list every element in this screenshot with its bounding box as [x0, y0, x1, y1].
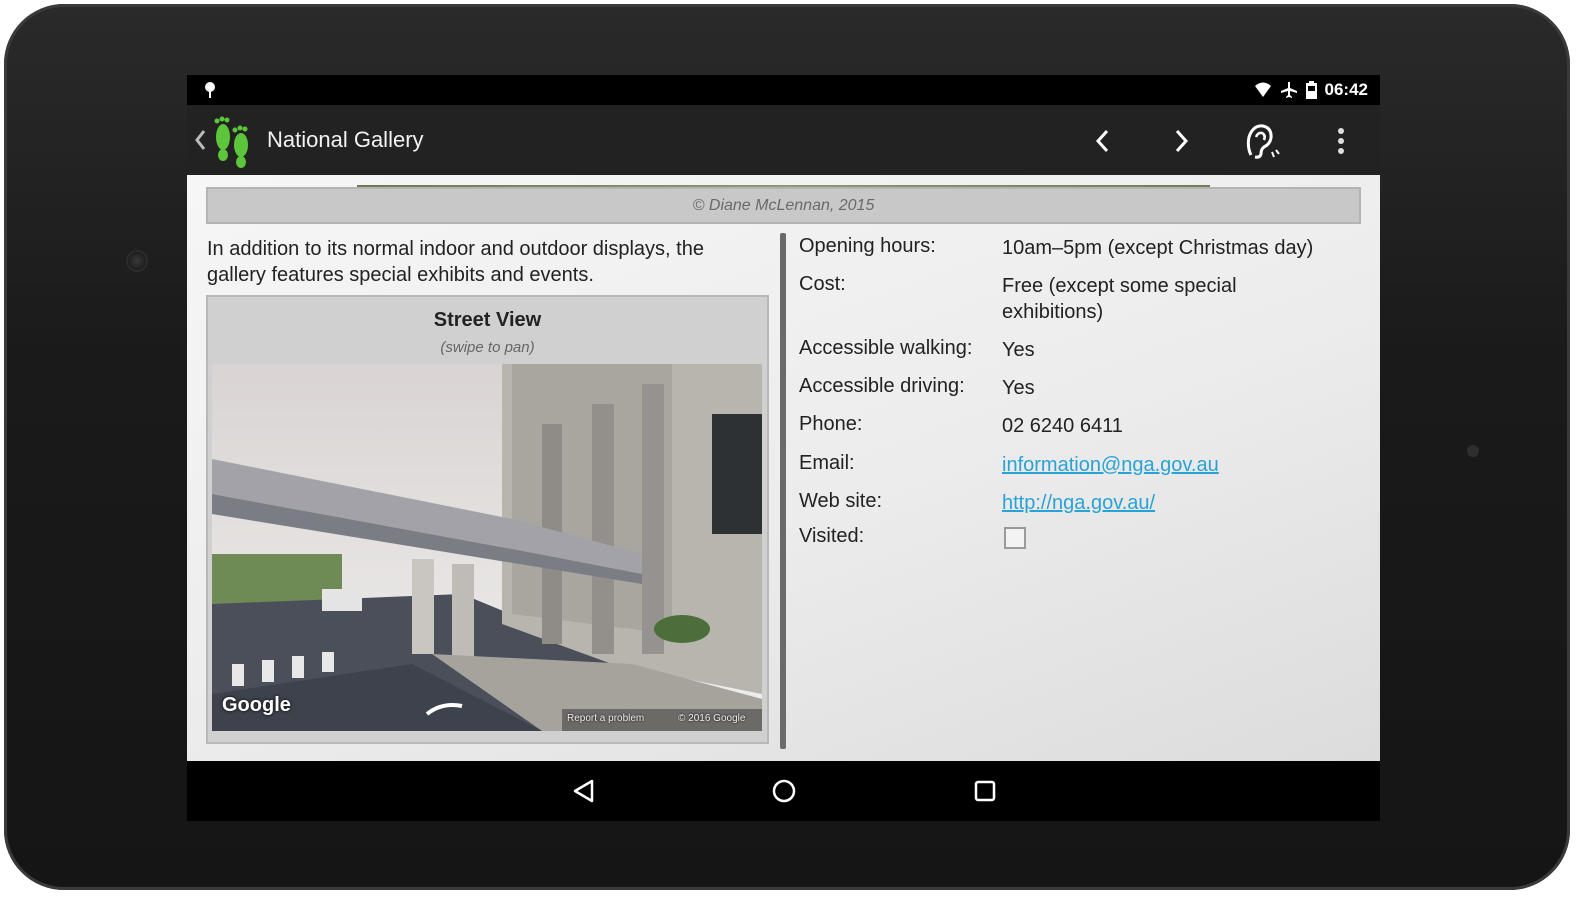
- website-link[interactable]: http://nga.gov.au/: [1002, 492, 1155, 514]
- next-icon: [1175, 129, 1189, 153]
- back-chevron-icon[interactable]: [193, 127, 207, 153]
- email-link[interactable]: information@nga.gov.au: [1002, 454, 1219, 476]
- status-icons: 06:42: [1254, 80, 1368, 100]
- website-label: Web site:: [799, 490, 882, 512]
- phone-value[interactable]: 02 6240 6411: [1002, 413, 1362, 439]
- status-bar: 06:42: [187, 75, 1380, 105]
- map-copyright: © 2016 Google: [678, 713, 746, 724]
- accessible-walking-label: Accessible walking:: [799, 337, 973, 359]
- nav-home-button[interactable]: [767, 776, 801, 806]
- light-sensor: [1467, 445, 1479, 457]
- location-pin-icon: [205, 82, 215, 98]
- photo-credit-text: © Diane McLennan, 2015: [692, 196, 875, 214]
- street-view-panel: Street View (swipe to pan) Google Report…: [206, 295, 769, 744]
- audio-guide-icon: [1246, 124, 1280, 159]
- action-bar: National Gallery: [187, 105, 1380, 175]
- content-area: © Diane McLennan, 2015 In addition to it…: [187, 175, 1380, 761]
- back-icon: [573, 779, 594, 803]
- phone-label: Phone:: [799, 413, 863, 435]
- front-camera: [126, 250, 148, 272]
- system-nav-bar: [187, 761, 1380, 821]
- visited-label: Visited:: [799, 525, 865, 547]
- recents-icon: [974, 780, 996, 802]
- cost-value: Free (except some special exhibitions): [1002, 275, 1237, 323]
- wifi-icon: [1254, 82, 1271, 97]
- app-footprints-icon[interactable]: [211, 115, 255, 171]
- overflow-menu-icon: [1338, 128, 1344, 154]
- audio-guide-button[interactable]: [1239, 119, 1283, 163]
- overflow-menu-button[interactable]: [1319, 119, 1363, 163]
- google-logo: Google: [222, 694, 291, 716]
- accessible-driving-label: Accessible driving:: [799, 375, 965, 397]
- visited-checkbox[interactable]: [1004, 527, 1026, 549]
- street-view-subtitle: (swipe to pan): [440, 339, 535, 356]
- report-problem-link[interactable]: Report a problem: [567, 713, 644, 724]
- nav-back-button[interactable]: [567, 776, 601, 806]
- nav-recents-button[interactable]: [968, 776, 1002, 806]
- status-time: 06:42: [1324, 80, 1368, 99]
- accessible-walking-value: Yes: [1002, 339, 1035, 361]
- device-screen: 06:42 National Gallery © Diane McLennan,…: [187, 75, 1380, 821]
- photo-credit: © Diane McLennan, 2015: [206, 187, 1361, 224]
- opening-hours-label: Opening hours:: [799, 235, 936, 257]
- opening-hours-value: 10am–5pm (except Christmas day): [1002, 237, 1314, 259]
- street-view-scene: [212, 364, 762, 731]
- home-icon: [772, 779, 796, 803]
- page-title: National Gallery: [267, 127, 424, 152]
- previous-button[interactable]: [1081, 119, 1125, 163]
- airplane-icon: [1280, 82, 1297, 98]
- accessible-driving-value: Yes: [1002, 377, 1035, 399]
- previous-icon: [1095, 129, 1109, 153]
- description: In addition to its normal indoor and out…: [207, 238, 704, 286]
- cost-label: Cost:: [799, 273, 846, 295]
- column-divider: [780, 233, 786, 749]
- battery-icon: [1305, 81, 1317, 99]
- street-view-image[interactable]: Google Report a problem © 2016 Google: [212, 364, 762, 731]
- street-view-title: Street View: [433, 309, 542, 331]
- email-label: Email:: [799, 452, 855, 474]
- next-button[interactable]: [1159, 119, 1203, 163]
